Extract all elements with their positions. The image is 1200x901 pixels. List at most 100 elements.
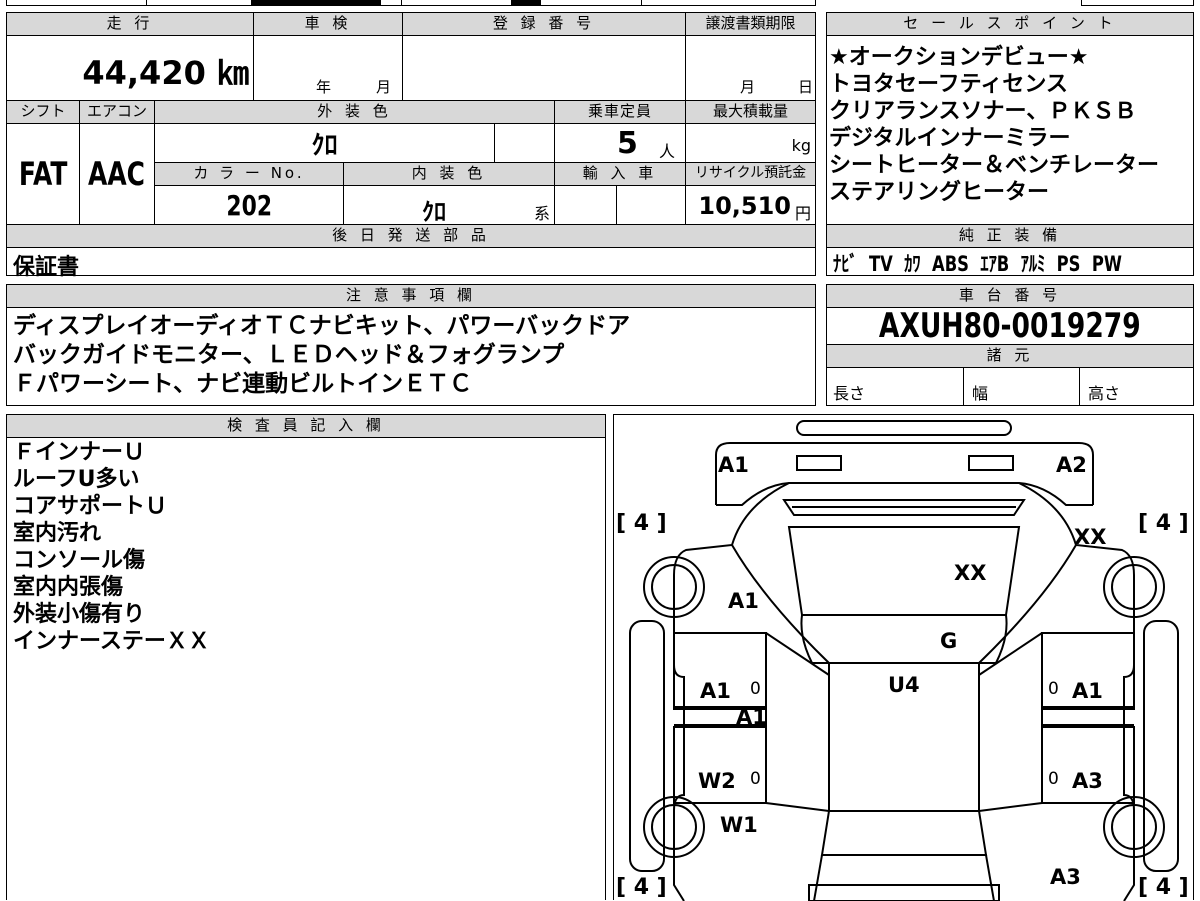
front-bumper-bar <box>796 420 1012 436</box>
spec-width-cell: 幅 <box>963 367 1080 406</box>
mark-fender-left: A1 <box>728 589 759 613</box>
mark-windshield: G <box>940 629 958 653</box>
notes-body: ディスプレイオーディオＴＣナビキット、パワーバックドア バックガイドモニター、Ｌ… <box>6 307 816 406</box>
car-outline-diagram <box>629 420 1179 901</box>
mileage-header: 走 行 <box>6 12 254 36</box>
interior-color-header: 内 装 色 <box>343 162 555 186</box>
equipment-item: ABS <box>932 252 969 276</box>
mirror-left <box>629 620 665 872</box>
mark-hood: XX <box>954 561 987 585</box>
front-bumper <box>715 442 1094 505</box>
notes-header: 注 意 事 項 欄 <box>6 284 816 308</box>
recycle-header: リサイクル預託金 <box>685 162 816 186</box>
transfer-deadline-header: 譲渡書類期限 <box>685 12 816 36</box>
chassis-header: 車 台 番 号 <box>826 284 1194 308</box>
interior-color-value: ｸﾛ <box>422 198 446 226</box>
mark-roof: U4 <box>888 673 920 697</box>
inspector-line: ＦインナーＵ <box>13 440 146 465</box>
recycle-cell: 10,510 円 <box>685 185 816 225</box>
inspection-month-label: 月 <box>376 78 392 96</box>
transfer-deadline-cell: 月 日 <box>685 35 816 101</box>
chassis-cell: AXUH80-0019279 <box>826 306 1194 346</box>
transfer-day-label: 日 <box>798 78 814 96</box>
sales-point-item: ステアリングヒーター <box>829 180 1050 205</box>
registration-cell <box>402 35 686 101</box>
exterior-color-value: ｸﾛ <box>311 130 338 161</box>
aircon-cell: AAC <box>79 123 155 225</box>
later-parts-value: 保証書 <box>13 255 80 280</box>
inspection-header: 車 検 <box>253 12 403 36</box>
equipment-item: TV <box>868 252 893 276</box>
sales-points-body: ★オークションデビュー★ トヨタセーフティセンス クリアランスソナー、ＰＫＳＢ … <box>826 35 1194 225</box>
import-header: 輸 入 車 <box>554 162 686 186</box>
specs-header: 諸 元 <box>826 344 1194 368</box>
vehicle-info-table: 走 行 車 検 登 録 番 号 譲渡書類期限 44,420 ㎞ 年 月 月 日 … <box>6 12 816 280</box>
equipment-list: ﾅﾋﾞ TV ｶﾜ ABS ｴｱB ｱﾙﾐ PS PW <box>833 248 1163 278</box>
sales-points-list: ★オークションデビュー★ トヨタセーフティセンス クリアランスソナー、ＰＫＳＢ … <box>829 44 1159 206</box>
import-cell-b <box>616 185 686 225</box>
spec-width-label: 幅 <box>972 384 989 403</box>
spec-height-cell: 高さ <box>1079 367 1194 406</box>
sales-points-header: セ ー ル ス ポ イ ン ト <box>826 12 1194 36</box>
sales-point-item: ★オークションデビュー★ <box>829 45 1089 70</box>
sales-point-item: トヨタセーフティセンス <box>829 72 1068 97</box>
inspector-line: ルーフU多い <box>13 467 140 492</box>
shift-value: FAT <box>18 155 68 193</box>
inspector-body: ＦインナーＵ ルーフU多い コアサポートＵ 室内汚れ コンソール傷 室内内張傷 … <box>6 437 606 900</box>
mark-door-front-right: A1 <box>1072 679 1103 703</box>
inspector-line: インナーステーＸＸ <box>13 629 210 654</box>
capacity-header: 乗車定員 <box>554 100 686 124</box>
spec-length-label: 長さ <box>833 384 866 403</box>
zero-door-front-right: 0 <box>1048 679 1059 699</box>
equipment-item: PS <box>1056 252 1081 276</box>
car-diagram-panel: [ 4 ] [ 4 ] [ 4 ] [ 4 ] A1 A2 A1 XX XX G… <box>613 414 1194 901</box>
mark-bumper-front-left: A1 <box>718 453 749 477</box>
inspection-year-label: 年 <box>316 78 332 96</box>
interior-color-suffix: 系 <box>534 204 551 223</box>
inspection-cell: 年 月 <box>253 35 403 101</box>
spec-height-label: 高さ <box>1088 384 1121 403</box>
exterior-color-extra-cell <box>494 123 555 163</box>
mark-quarter-left: W1 <box>720 813 758 837</box>
inspector-panel: 検 査 員 記 入 欄 ＦインナーＵ ルーフU多い コアサポートＵ 室内汚れ コ… <box>6 414 606 900</box>
front-light-right <box>968 455 1014 471</box>
inspector-line: コンソール傷 <box>13 548 146 573</box>
transfer-month-label: 月 <box>740 78 756 96</box>
mileage-cell: 44,420 ㎞ <box>6 35 254 101</box>
inspector-lines: ＦインナーＵ ルーフU多い コアサポートＵ 室内汚れ コンソール傷 室内内張傷 … <box>13 439 210 655</box>
sales-point-item: シートヒーター＆ベンチレーター <box>829 153 1160 178</box>
equipment-item: ｱﾙﾐ <box>1020 252 1046 276</box>
color-no-cell: 202 <box>154 185 344 225</box>
import-cell-a <box>554 185 617 225</box>
notes-lines: ディスプレイオーディオＴＣナビキット、パワーバックドア バックガイドモニター、Ｌ… <box>13 312 630 399</box>
mileage-value: 44,420 ㎞ <box>82 54 249 92</box>
mark-bumper-front-right: A2 <box>1056 453 1087 477</box>
rear-bumper-bar <box>808 884 1000 901</box>
inspector-line: 室内汚れ <box>13 521 102 546</box>
equipment-body: ﾅﾋﾞ TV ｶﾜ ABS ｴｱB ｱﾙﾐ PS PW <box>826 247 1194 276</box>
chassis-value: AXUH80-0019279 <box>879 306 1141 346</box>
sales-points-panel: セ ー ル ス ポ イ ン ト ★オークションデビュー★ トヨタセーフティセンス… <box>826 12 1194 276</box>
note-line: ディスプレイオーディオＴＣナビキット、パワーバックドア <box>13 313 631 339</box>
aircon-header: エアコン <box>79 100 155 124</box>
mark-door-front-left: A1 <box>700 679 731 703</box>
capacity-value: 5 <box>617 126 638 161</box>
exterior-color-cell: ｸﾛ <box>154 123 495 163</box>
max-load-unit: kg <box>791 136 811 155</box>
equipment-item: ﾅﾋﾞ <box>833 252 858 276</box>
interior-color-cell: ｸﾛ 系 <box>343 185 555 226</box>
max-load-header: 最大積載量 <box>685 100 816 124</box>
color-no-header: カ ラ ー No. <box>154 162 344 186</box>
later-parts-header: 後 日 発 送 部 品 <box>6 224 816 248</box>
capacity-cell: 5 人 <box>554 123 686 163</box>
note-line: バックガイドモニター、ＬＥＤヘッド＆フォグランプ <box>13 342 565 368</box>
note-line: Ｆパワーシート、ナビ連動ビルトインＥＴＣ <box>13 371 473 397</box>
inspector-line: コアサポートＵ <box>13 494 168 519</box>
zero-door-rear-right: 0 <box>1048 769 1059 789</box>
top-strip <box>6 0 1194 6</box>
registration-header: 登 録 番 号 <box>402 12 686 36</box>
later-parts-cell: 保証書 <box>6 247 816 280</box>
mark-quarter-right: A3 <box>1050 865 1081 889</box>
shift-header: シフト <box>6 100 80 124</box>
tire-rr-label: [ 4 ] <box>1138 875 1189 900</box>
